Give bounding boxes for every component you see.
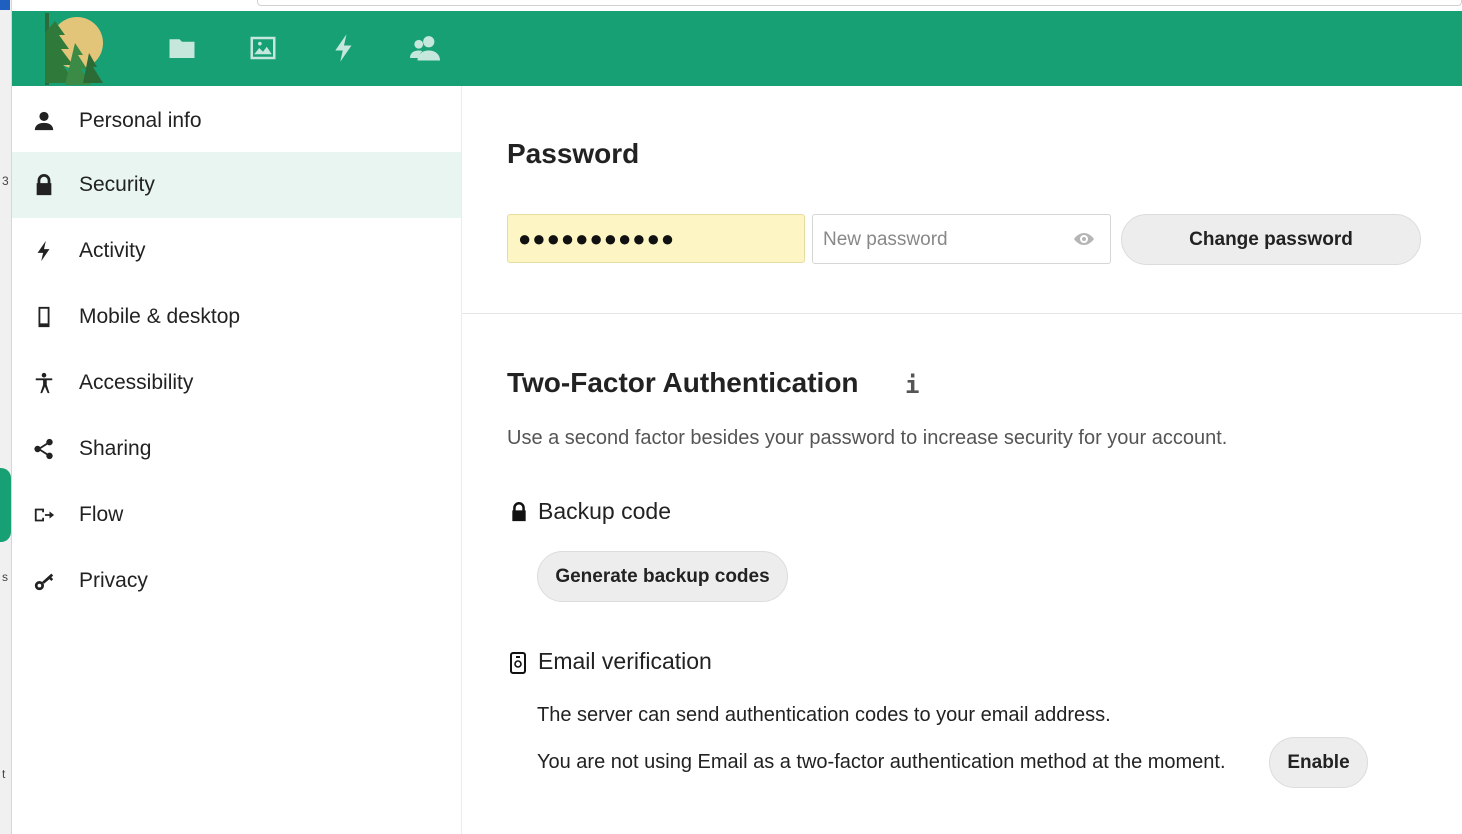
change-password-button[interactable]: Change password [1121, 214, 1421, 265]
two-factor-title: Two-Factor Authentication [507, 367, 859, 398]
sidebar-item-mobile-desktop[interactable]: Mobile & desktop [12, 284, 461, 350]
background-window-fragment: 3 [2, 174, 9, 188]
flow-icon [32, 503, 56, 527]
email-verification-status: You are not using Email as a two-factor … [537, 751, 1226, 773]
image-icon[interactable] [245, 30, 281, 66]
email-verification-info: The server can send authentication codes… [537, 704, 1111, 726]
current-password-field[interactable]: ●●●●●●●●●●● [507, 214, 805, 263]
sidebar-item-personal-info[interactable]: Personal info [12, 88, 461, 154]
sidebar-item-label: Flow [79, 503, 124, 526]
new-password-field[interactable]: New password [812, 214, 1111, 264]
lock-icon [32, 173, 56, 197]
enable-email-button[interactable]: Enable [1269, 737, 1368, 788]
password-section-title: Password [507, 138, 640, 169]
section-divider [462, 313, 1462, 314]
info-icon[interactable]: i [905, 371, 919, 399]
sidebar-item-flow[interactable]: Flow [12, 482, 461, 548]
sidebar-item-accessibility[interactable]: Accessibility [12, 350, 461, 416]
generate-backup-codes-button[interactable]: Generate backup codes [537, 551, 788, 602]
background-window-accent [0, 0, 10, 10]
sidebar-item-label: Sharing [79, 437, 152, 460]
key-icon [32, 569, 56, 593]
sidebar-item-label: Activity [79, 239, 146, 262]
sidebar-item-sharing[interactable]: Sharing [12, 416, 461, 482]
person-icon [32, 109, 56, 133]
background-window-green-tab [0, 468, 11, 542]
email-verification-icon [509, 652, 529, 674]
sidebar-item-label: Mobile & desktop [79, 305, 241, 328]
sidebar-item-privacy[interactable]: Privacy [12, 548, 461, 614]
sidebar-item-activity[interactable]: Activity [12, 218, 461, 284]
app-header [12, 11, 1462, 86]
accessibility-icon [32, 371, 56, 395]
new-password-placeholder: New password [823, 229, 948, 250]
lightning-icon [32, 239, 56, 263]
lightning-icon[interactable] [326, 30, 362, 66]
settings-main: Password ●●●●●●●●●●● New password Change… [462, 86, 1462, 834]
sidebar-item-label: Accessibility [79, 371, 194, 394]
sidebar-item-label: Personal info [79, 109, 202, 132]
sidebar-item-label: Privacy [79, 569, 148, 592]
eye-icon[interactable] [1072, 229, 1096, 249]
address-bar[interactable] [257, 0, 1462, 6]
background-window-fragment: s [2, 570, 8, 584]
background-window-edge: 3 s t [0, 0, 12, 834]
logo[interactable] [45, 13, 109, 85]
contacts-icon[interactable] [407, 30, 443, 66]
sidebar-item-label: Security [79, 173, 155, 196]
settings-sidebar: Personal info Security Activity Mobile &… [12, 86, 462, 834]
folder-icon[interactable] [164, 30, 200, 66]
browser-chrome [12, 0, 1462, 11]
sidebar-item-security[interactable]: Security [12, 152, 461, 218]
phone-icon [32, 305, 56, 329]
email-verification-title: Email verification [538, 648, 712, 674]
backup-code-title: Backup code [538, 498, 671, 524]
lock-icon [509, 501, 529, 523]
background-window-fragment: t [2, 767, 6, 781]
two-factor-description: Use a second factor besides your passwor… [507, 427, 1228, 449]
share-icon [32, 437, 56, 461]
